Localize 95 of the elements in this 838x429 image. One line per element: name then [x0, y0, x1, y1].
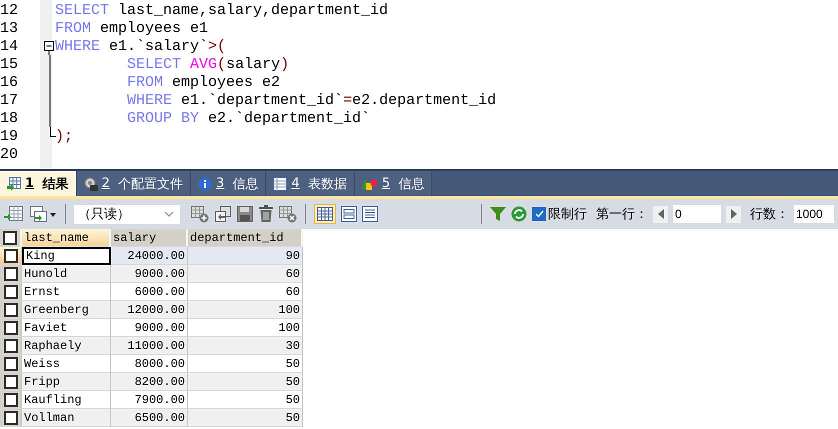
row-checkbox[interactable] — [4, 266, 18, 280]
row-checkbox[interactable] — [4, 374, 18, 388]
table-cell: 60 — [188, 265, 303, 283]
table-cell: 6500.00 — [111, 409, 188, 427]
row-checkbox[interactable] — [4, 320, 18, 334]
next-button[interactable] — [726, 206, 741, 222]
row-header[interactable] — [0, 391, 22, 409]
line-number: 20 — [0, 146, 20, 162]
delete-table-icon[interactable] — [279, 205, 297, 223]
code-line: ); — [55, 128, 74, 144]
text-view-icon[interactable] — [362, 206, 378, 222]
table-cell: 9000.00 — [111, 265, 188, 283]
result-tab[interactable]: 4 表数据 — [266, 171, 355, 196]
row-header[interactable] — [0, 355, 22, 373]
line-number: 19 — [0, 128, 20, 144]
row-checkbox[interactable] — [4, 284, 18, 298]
result-tab[interactable]: 1 结果 — [0, 171, 77, 196]
code-line: WHERE e1.`department_id`=e2.department_id — [126, 92, 496, 108]
previous-button[interactable] — [653, 206, 668, 222]
row-header[interactable] — [0, 247, 22, 265]
column-header[interactable]: last_name — [22, 229, 111, 247]
column-header[interactable]: salary — [111, 229, 188, 247]
table-cell: Vollman — [22, 409, 111, 427]
row-header[interactable] — [0, 337, 22, 355]
save-icon[interactable] — [237, 206, 253, 222]
table-cell: 24000.00 — [111, 247, 188, 265]
column-header[interactable]: department_id — [188, 229, 303, 247]
filter-icon[interactable] — [490, 206, 506, 222]
table-cell: 50 — [188, 373, 303, 391]
line-number: 15 — [0, 56, 20, 72]
code-line: WHERE e1.`salary`>( — [55, 38, 226, 54]
table-cell: 8200.00 — [111, 373, 188, 391]
table-cell: 50 — [188, 409, 303, 427]
export-dropdown-icon[interactable] — [29, 205, 57, 223]
code-line: FROM employees e1 — [55, 20, 208, 36]
info-icon — [198, 176, 212, 190]
row-checkbox[interactable] — [4, 338, 18, 352]
row-checkbox[interactable] — [4, 410, 18, 424]
code-line: GROUP BY e2.`department_id` — [126, 110, 370, 126]
shapes-icon — [362, 176, 378, 190]
row-checkbox[interactable] — [4, 248, 18, 262]
row-header[interactable] — [0, 283, 22, 301]
check-icon — [534, 210, 544, 218]
first-row-label: 第一行： — [596, 206, 648, 223]
limit-rows-checkbox[interactable] — [532, 207, 546, 221]
table-cell: Greenberg — [22, 301, 111, 319]
table-cell: Raphaely — [22, 337, 111, 355]
duplicate-icon[interactable] — [214, 205, 232, 223]
table-cell: 30 — [188, 337, 303, 355]
row-checkbox[interactable] — [4, 392, 18, 406]
table-cell: 90 — [188, 247, 303, 265]
row-header[interactable] — [0, 301, 22, 319]
table-icon — [273, 176, 288, 190]
row-checkbox[interactable] — [4, 302, 18, 316]
code-line: FROM employees e2 — [126, 74, 280, 90]
table-cell: Hunold — [22, 265, 111, 283]
table-cell: Fripp — [22, 373, 111, 391]
result-tab[interactable]: 3 信息 — [191, 171, 266, 196]
gear-icon — [84, 176, 98, 190]
line-number: 13 — [0, 20, 20, 36]
line-number: 12 — [0, 2, 20, 18]
add-row-icon[interactable] — [191, 205, 209, 223]
table-cell: King — [22, 247, 111, 265]
triangle-left-icon — [658, 209, 664, 219]
result-tab[interactable]: 2 个配置文件 — [76, 171, 191, 196]
row-checkbox[interactable] — [4, 356, 18, 370]
row-header[interactable] — [0, 373, 22, 391]
row-header[interactable] — [0, 319, 22, 337]
table-cell: 100 — [188, 301, 303, 319]
table-cell: 12000.00 — [111, 301, 188, 319]
line-number: 14 — [0, 38, 20, 54]
row-header[interactable] — [0, 409, 22, 427]
row-count-label: 行数： — [750, 206, 789, 223]
code-line: SELECT last_name,salary,department_id — [55, 2, 388, 18]
table-cell: 11000.00 — [111, 337, 188, 355]
mode-select[interactable]: （只读） — [74, 204, 180, 224]
refresh-icon[interactable] — [511, 206, 527, 222]
row-count-field[interactable]: 1000 — [794, 205, 834, 223]
fold-end — [50, 127, 56, 137]
table-icon — [7, 176, 21, 190]
result-tab[interactable]: 5 信息 — [354, 171, 432, 196]
first-row-field[interactable]: 0 — [673, 205, 721, 223]
line-number: 17 — [0, 92, 20, 108]
row-header[interactable] — [0, 265, 22, 283]
code-line: SELECT AVG(salary) — [126, 56, 290, 72]
chevron-down-icon — [164, 211, 174, 217]
line-number: 18 — [0, 110, 20, 126]
import-table-icon[interactable] — [4, 205, 24, 223]
limit-rows-label: 限制行 — [548, 206, 587, 223]
line-number: 16 — [0, 74, 20, 90]
grid-view-icon[interactable] — [314, 204, 336, 224]
triangle-right-icon — [730, 209, 736, 219]
select-all-checkbox[interactable] — [3, 230, 17, 244]
trash-icon[interactable] — [258, 205, 274, 223]
form-view-icon[interactable] — [341, 206, 357, 222]
